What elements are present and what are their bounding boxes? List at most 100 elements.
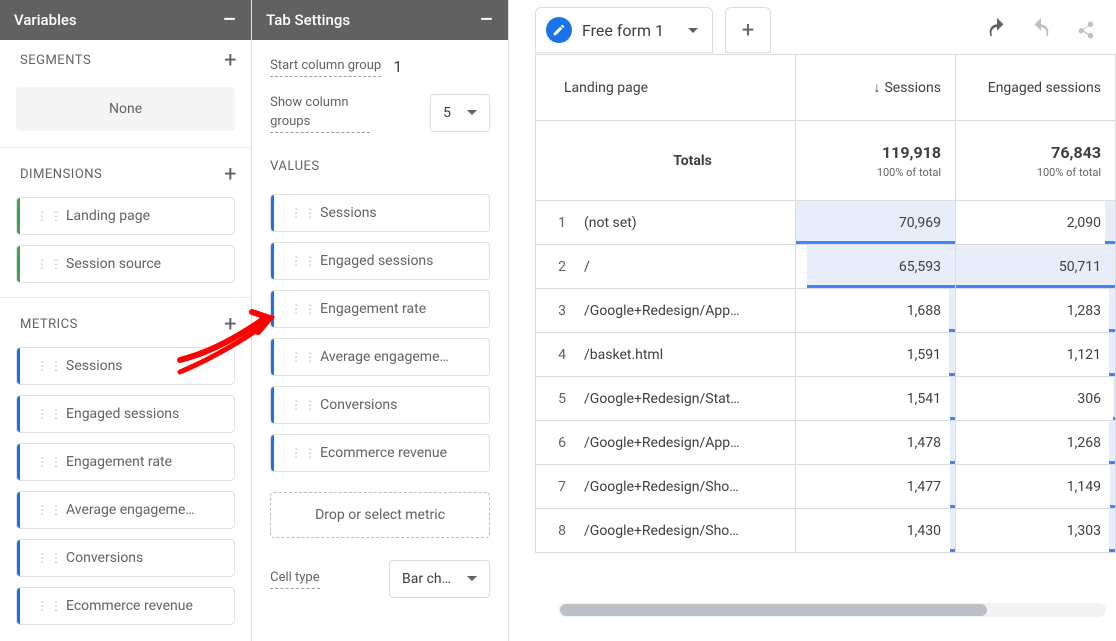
chip-label: Sessions xyxy=(66,358,123,374)
chip-landing-page[interactable]: ⋮⋮Landing page xyxy=(16,197,235,235)
chip-conversions[interactable]: ⋮⋮Conversions xyxy=(270,386,490,424)
table-row-landing[interactable]: 1(not set) xyxy=(536,201,796,245)
metrics-header: METRICS + xyxy=(0,298,251,347)
column-header-landing[interactable]: Landing page xyxy=(536,55,796,121)
show-columns-select[interactable]: 5 xyxy=(430,94,490,132)
chevron-down-icon xyxy=(467,110,477,115)
show-columns-label: Show column groups xyxy=(270,93,370,133)
chip-label: Ecommerce revenue xyxy=(66,598,193,614)
table-cell-sessions: 65,593 xyxy=(796,245,956,289)
report-tab-bar: Free form 1 + xyxy=(535,6,1116,54)
table-cell-engaged: 1,149 xyxy=(956,465,1116,509)
table-cell-sessions: 1,541 xyxy=(796,377,956,421)
values-section-label: VALUES xyxy=(270,149,490,178)
collapse-icon[interactable]: − xyxy=(479,7,494,33)
chip-label: Engagement rate xyxy=(320,301,426,317)
table-row-landing[interactable]: 3/Google+Redesign/App… xyxy=(536,289,796,333)
grip-icon: ⋮⋮ xyxy=(290,207,318,219)
grip-icon: ⋮⋮ xyxy=(36,552,64,564)
grip-icon: ⋮⋮ xyxy=(36,258,64,270)
variables-panel: Variables − SEGMENTS + None DIMENSIONS +… xyxy=(0,0,252,641)
redo-button[interactable] xyxy=(1030,17,1052,43)
chip-conversions[interactable]: ⋮⋮Conversions xyxy=(16,539,235,577)
cell-type-value: Bar ch… xyxy=(402,571,451,587)
chip-engaged-sessions[interactable]: ⋮⋮Engaged sessions xyxy=(16,395,235,433)
report-table: Landing page Sessions Engaged sessions T… xyxy=(535,54,1116,553)
grip-icon: ⋮⋮ xyxy=(36,504,64,516)
tab-settings-panel: Tab Settings − Start column group 1 Show… xyxy=(252,0,509,641)
segments-none[interactable]: None xyxy=(16,87,235,131)
table-row-landing[interactable]: 6/Google+Redesign/App… xyxy=(536,421,796,465)
chevron-down-icon[interactable] xyxy=(688,28,698,33)
add-segment-icon[interactable]: + xyxy=(224,48,237,73)
sort-desc-icon xyxy=(873,79,880,96)
chip-average-engageme-[interactable]: ⋮⋮Average engageme… xyxy=(270,338,490,376)
chip-label: Landing page xyxy=(66,208,150,224)
tab-settings-header: Tab Settings − xyxy=(252,0,508,40)
chip-sessions[interactable]: ⋮⋮Sessions xyxy=(16,347,235,385)
edit-tab-button[interactable] xyxy=(546,17,572,43)
panel-title: Tab Settings xyxy=(266,11,350,29)
table-cell-engaged: 1,121 xyxy=(956,333,1116,377)
collapse-icon[interactable]: − xyxy=(222,7,237,33)
tab-name: Free form 1 xyxy=(582,21,664,40)
table-cell-sessions: 1,477 xyxy=(796,465,956,509)
table-cell-engaged: 2,090 xyxy=(956,201,1116,245)
table-cell-engaged: 1,268 xyxy=(956,421,1116,465)
metric-drop-zone[interactable]: Drop or select metric xyxy=(270,492,490,538)
chip-label: Sessions xyxy=(320,205,377,221)
table-cell-engaged: 306 xyxy=(956,377,1116,421)
table-cell-sessions: 1,688 xyxy=(796,289,956,333)
undo-button[interactable] xyxy=(986,17,1008,43)
chip-sessions[interactable]: ⋮⋮Sessions xyxy=(270,194,490,232)
table-cell-engaged: 50,711 xyxy=(956,245,1116,289)
chip-engagement-rate[interactable]: ⋮⋮Engagement rate xyxy=(270,290,490,328)
grip-icon: ⋮⋮ xyxy=(36,408,64,420)
grip-icon: ⋮⋮ xyxy=(290,351,318,363)
table-cell-sessions: 1,591 xyxy=(796,333,956,377)
grip-icon: ⋮⋮ xyxy=(36,600,64,612)
chip-ecommerce-revenue[interactable]: ⋮⋮Ecommerce revenue xyxy=(270,434,490,472)
dimensions-header: DIMENSIONS + xyxy=(0,148,251,197)
table-row-landing[interactable]: 2/ xyxy=(536,245,796,289)
table-cell-engaged: 1,283 xyxy=(956,289,1116,333)
chip-label: Ecommerce revenue xyxy=(320,445,447,461)
report-tab[interactable]: Free form 1 xyxy=(535,7,713,53)
add-dimension-icon[interactable]: + xyxy=(224,162,237,187)
chip-engagement-rate[interactable]: ⋮⋮Engagement rate xyxy=(16,443,235,481)
cell-type-select[interactable]: Bar ch… xyxy=(389,560,490,598)
table-row-landing[interactable]: 7/Google+Redesign/Sho… xyxy=(536,465,796,509)
chip-engaged-sessions[interactable]: ⋮⋮Engaged sessions xyxy=(270,242,490,280)
column-header-engaged[interactable]: Engaged sessions xyxy=(956,55,1116,121)
show-columns-value: 5 xyxy=(443,105,451,121)
add-tab-button[interactable]: + xyxy=(725,7,771,53)
show-columns-row: Show column groups 5 xyxy=(270,93,490,133)
start-column-value[interactable]: 1 xyxy=(393,57,402,76)
table-cell-sessions: 1,478 xyxy=(796,421,956,465)
pencil-icon xyxy=(552,23,566,37)
grip-icon: ⋮⋮ xyxy=(290,303,318,315)
segments-label: SEGMENTS xyxy=(20,53,91,68)
start-column-label: Start column group xyxy=(270,56,381,77)
grip-icon: ⋮⋮ xyxy=(290,399,318,411)
grip-icon: ⋮⋮ xyxy=(36,456,64,468)
share-button[interactable] xyxy=(1074,17,1096,43)
table-cell-sessions: 1,430 xyxy=(796,509,956,553)
dimensions-label: DIMENSIONS xyxy=(20,167,102,182)
horizontal-scrollbar[interactable] xyxy=(558,603,1106,617)
chip-ecommerce-revenue[interactable]: ⋮⋮Ecommerce revenue xyxy=(16,587,235,625)
chevron-down-icon xyxy=(467,576,477,581)
add-metric-icon[interactable]: + xyxy=(224,312,237,337)
chip-label: Session source xyxy=(66,256,161,272)
totals-label-cell: Totals xyxy=(536,121,796,201)
table-row-landing[interactable]: 4/basket.html xyxy=(536,333,796,377)
column-header-sessions[interactable]: Sessions xyxy=(796,55,956,121)
chip-average-engageme-[interactable]: ⋮⋮Average engageme… xyxy=(16,491,235,529)
table-row-landing[interactable]: 5/Google+Redesign/Stat… xyxy=(536,377,796,421)
totals-sessions-cell: 119,918100% of total xyxy=(796,121,956,201)
chip-label: Engagement rate xyxy=(66,454,172,470)
table-row-landing[interactable]: 8/Google+Redesign/Sho… xyxy=(536,509,796,553)
grip-icon: ⋮⋮ xyxy=(36,210,64,222)
chip-session-source[interactable]: ⋮⋮Session source xyxy=(16,245,235,283)
chip-label: Conversions xyxy=(320,397,397,413)
